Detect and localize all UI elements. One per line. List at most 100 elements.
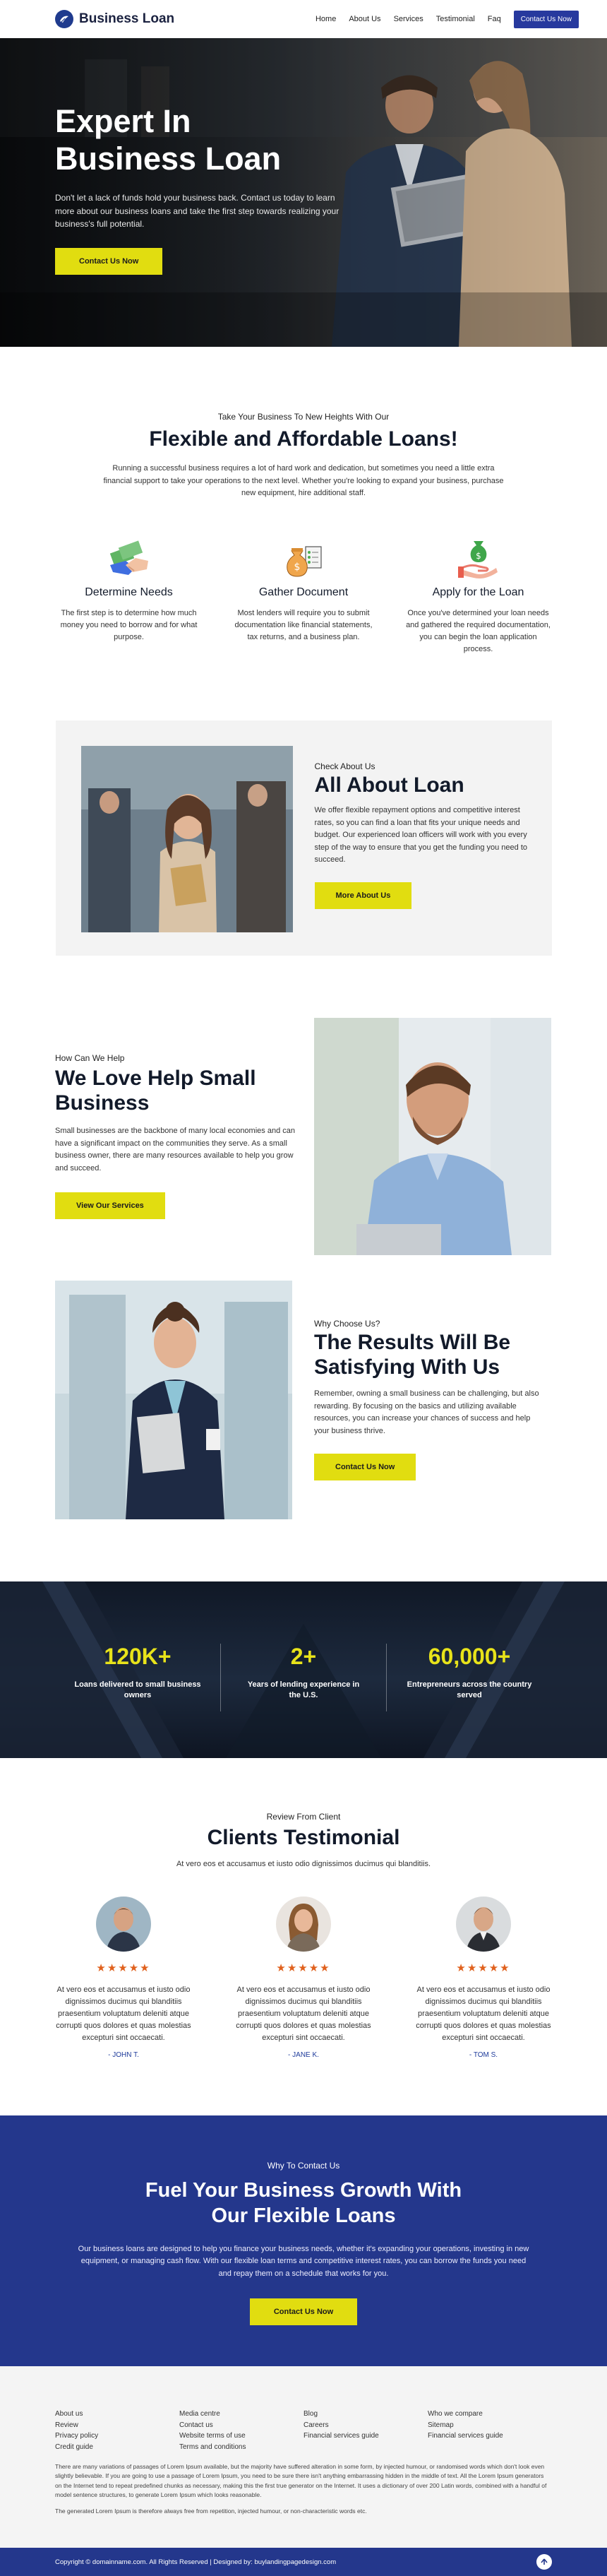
results-description: Remember, owning a small business can be… — [314, 1389, 539, 1435]
testimonial-author: - JANE K. — [288, 2051, 319, 2060]
cta-contact-button[interactable]: Contact Us Now — [249, 2298, 358, 2326]
more-about-button[interactable]: More About Us — [314, 882, 412, 910]
svg-text:$: $ — [294, 562, 301, 573]
testimonial-card: ★★★★★ At vero eos et accusamus et iusto … — [229, 1896, 378, 2060]
help-section: How Can We Help We Love Help Small Busin… — [0, 1017, 607, 1258]
cta-title: Fuel Your Business Growth With Our Flexi… — [0, 2178, 607, 2229]
view-services-button[interactable]: View Our Services — [55, 1192, 165, 1219]
cta-description: Our business loans are designed to help … — [78, 2244, 529, 2278]
brand-logo-icon — [55, 10, 73, 28]
footer-column: About us Review Privacy policy Credit gu… — [55, 2409, 179, 2452]
nav-item-home[interactable]: Home — [315, 15, 336, 23]
nav-item-testimonial[interactable]: Testimonial — [436, 15, 475, 23]
site-footer: About us Review Privacy policy Credit gu… — [0, 2366, 607, 2548]
footer-link-credit-guide[interactable]: Credit guide — [55, 2442, 179, 2453]
footer-link-privacy[interactable]: Privacy policy — [55, 2430, 179, 2442]
footer-link-sitemap[interactable]: Sitemap — [428, 2420, 552, 2431]
about-section: Check About Us All About Loan We offer f… — [55, 720, 552, 956]
cta-title-line2: Our Flexible Loans — [211, 2204, 396, 2228]
footer-link-compare[interactable]: Who we compare — [428, 2409, 552, 2420]
results-contact-button[interactable]: Contact Us Now — [314, 1453, 416, 1480]
nav-item-faq[interactable]: Faq — [488, 15, 501, 23]
main-nav: Home About Us Services Testimonial Faq C… — [315, 10, 579, 28]
footer-column: Blog Careers Financial services guide — [304, 2409, 428, 2452]
cta-section: Why To Contact Us Fuel Your Business Gro… — [0, 2115, 607, 2367]
help-description: Small businesses are the backbone of man… — [55, 1127, 295, 1173]
avatar — [456, 1896, 511, 1952]
feature-title: Determine Needs — [85, 586, 173, 598]
results-title-line2: Satisfying With Us — [314, 1355, 500, 1379]
about-title: All About Loan — [314, 773, 464, 797]
flexible-title: Flexible and Affordable Loans! — [149, 427, 458, 451]
footer-link-review[interactable]: Review — [55, 2420, 179, 2431]
stat-label-line2: served — [457, 1691, 482, 1700]
help-image — [314, 1017, 551, 1255]
money-bag-document-icon: $ — [229, 535, 378, 582]
footer-disclaimer: There are many variations of passages of… — [55, 2463, 547, 2498]
results-title: The Results Will Be Satisfying With Us — [314, 1330, 540, 1379]
hero-section: Expert In Business Loan Don't let a lack… — [0, 38, 607, 347]
brand-name: Business Loan — [79, 11, 175, 26]
footer-link-about[interactable]: About us — [55, 2409, 179, 2420]
copyright-bar: Copyright © domainname.com. All Rights R… — [0, 2548, 607, 2576]
stat-label-line2: owners — [124, 1691, 152, 1700]
footer-link-media[interactable]: Media centre — [179, 2409, 304, 2420]
stat-label: Years of lending experience in the U.S. — [221, 1680, 386, 1702]
footer-link-terms[interactable]: Terms and conditions — [179, 2442, 304, 2453]
testimonial-text: At vero eos et accusamus et iusto odio d… — [416, 1985, 551, 2043]
feature-title: Gather Document — [258, 586, 349, 598]
cta-kicker: Why To Contact Us — [267, 2161, 340, 2171]
stat-label-line2: the U.S. — [289, 1691, 318, 1700]
nav-item-about[interactable]: About Us — [349, 15, 380, 23]
footer-link-fsg-2[interactable]: Financial services guide — [428, 2430, 552, 2442]
stat-item: 2+ Years of lending experience in the U.… — [221, 1643, 387, 1711]
scroll-top-button[interactable] — [536, 2554, 552, 2570]
nav-contact-button[interactable]: Contact Us Now — [513, 10, 579, 28]
nav-item-services[interactable]: Services — [394, 15, 423, 23]
footer-link-blog[interactable]: Blog — [304, 2409, 428, 2420]
hero-description: Don't let a lack of funds hold your busi… — [55, 193, 339, 230]
footer-link-contact[interactable]: Contact us — [179, 2420, 304, 2431]
stats-row: 120K+ Loans delivered to small business … — [55, 1643, 552, 1711]
svg-text:$: $ — [476, 551, 481, 561]
stat-item: 120K+ Loans delivered to small business … — [55, 1643, 221, 1711]
footer-link-website-terms[interactable]: Website terms of use — [179, 2430, 304, 2442]
feature-list: Determine Needs The first step is to det… — [55, 535, 553, 655]
footer-link-fsg[interactable]: Financial services guide — [304, 2430, 428, 2442]
testimonials-title: Clients Testimonial — [207, 1825, 400, 1849]
stat-number: 2+ — [290, 1643, 317, 1669]
about-description: We offer flexible repayment options and … — [314, 806, 528, 865]
arrow-up-icon — [541, 2558, 548, 2565]
feature-item: $ Gather Document Most lenders will requ… — [229, 535, 378, 655]
help-content: How Can We Help We Love Help Small Busin… — [55, 1053, 295, 1219]
results-image — [55, 1280, 292, 1519]
footer-column: Who we compare Sitemap Financial service… — [428, 2409, 552, 2452]
testimonial-author: - TOM S. — [469, 2051, 498, 2060]
copyright-text: Copyright © domainname.com. All Rights R… — [55, 2558, 337, 2566]
cta-title-line1: Fuel Your Business Growth With — [145, 2179, 462, 2202]
feature-item: Determine Needs The first step is to det… — [55, 535, 203, 655]
handshake-money-icon — [55, 535, 203, 582]
stat-label: Entrepreneurs across the country served — [387, 1680, 552, 1702]
results-content: Why Choose Us? The Results Will Be Satis… — [314, 1319, 540, 1480]
feature-description: The first step is to determine how much … — [60, 608, 198, 641]
stat-label-line1: Years of lending experience in — [247, 1680, 360, 1689]
results-kicker: Why Choose Us? — [314, 1318, 380, 1329]
rating-stars-icon: ★★★★★ — [96, 1961, 151, 1974]
stat-number: 60,000+ — [428, 1643, 511, 1669]
testimonial-list: ★★★★★ At vero eos et accusamus et iusto … — [49, 1896, 558, 2060]
brand[interactable]: Business Loan — [55, 10, 174, 28]
testimonials-subtitle: At vero eos et accusamus et iusto odio d… — [176, 1859, 431, 1868]
feature-item: $ Apply for the Loan Once you've determi… — [404, 535, 553, 655]
rating-stars-icon: ★★★★★ — [456, 1961, 511, 1974]
stat-item: 60,000+ Entrepreneurs across the country… — [387, 1644, 552, 1711]
about-content: Check About Us All About Loan We offer f… — [314, 761, 534, 910]
footer-link-careers[interactable]: Careers — [304, 2420, 428, 2431]
footer-links: About us Review Privacy policy Credit gu… — [55, 2409, 552, 2452]
hero-contact-button[interactable]: Contact Us Now — [55, 248, 163, 275]
flexible-loans-section: Take Your Business To New Heights With O… — [0, 347, 607, 655]
flexible-kicker: Take Your Business To New Heights With O… — [217, 412, 390, 422]
testimonial-card: ★★★★★ At vero eos et accusamus et iusto … — [49, 1896, 198, 2059]
help-title: We Love Help Small Business — [55, 1066, 295, 1115]
rating-stars-icon: ★★★★★ — [276, 1961, 331, 1974]
